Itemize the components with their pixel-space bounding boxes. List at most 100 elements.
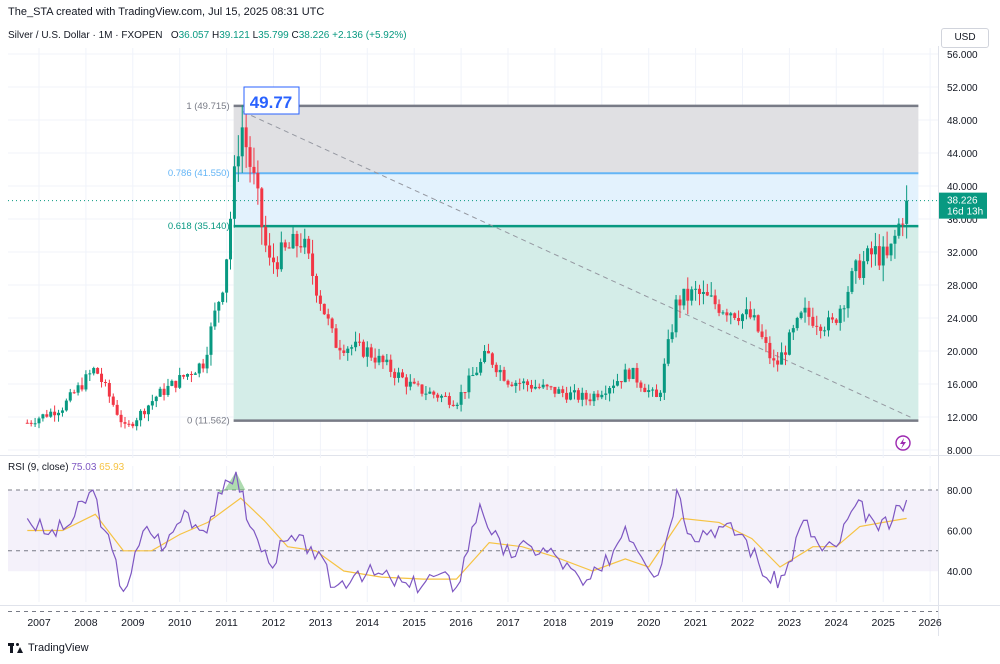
candle-body: [811, 316, 815, 326]
candle-body: [795, 317, 799, 329]
candle-body: [490, 353, 494, 365]
candle-body: [819, 326, 823, 331]
candle-body: [193, 373, 197, 375]
candle-body: [701, 292, 705, 294]
candle-body: [514, 382, 518, 386]
candle-body: [596, 393, 600, 398]
candle-body: [33, 423, 37, 425]
x-tick-label: 2012: [262, 617, 286, 629]
candle-body: [471, 375, 475, 377]
candle-body: [123, 422, 127, 424]
currency-button[interactable]: USD: [941, 28, 989, 48]
candle-body: [57, 412, 61, 416]
candle-body: [483, 350, 487, 363]
candle-body: [823, 330, 827, 332]
candle-body: [529, 384, 533, 389]
candle-body: [752, 315, 756, 318]
open-value: 36.057: [178, 30, 210, 41]
candle-body: [88, 373, 92, 375]
candle-body: [561, 389, 565, 393]
y-tick-label: 40.000: [947, 182, 978, 193]
high-marker: 49.77: [243, 86, 300, 115]
x-tick-label: 2017: [496, 617, 520, 629]
candle-body: [615, 381, 619, 386]
high-marker-box: [243, 86, 300, 115]
candle-body: [225, 259, 229, 293]
candle-body: [432, 391, 436, 395]
candle-body: [592, 393, 596, 402]
y-tick-label: 8.000: [947, 446, 972, 457]
candle-body: [737, 317, 741, 322]
candle-body: [318, 295, 322, 304]
x-tick-label: 2016: [449, 617, 473, 629]
candle-body: [76, 385, 80, 393]
candle-body: [252, 166, 256, 173]
candle-body: [486, 350, 490, 354]
candle-body: [725, 312, 729, 316]
candle-body: [131, 423, 135, 427]
candle-body: [178, 375, 182, 388]
candle-body: [416, 383, 420, 385]
candle-body: [877, 246, 881, 266]
candle-body: [115, 404, 119, 415]
candle-body: [670, 332, 674, 340]
candle-body: [60, 410, 64, 413]
candle-body: [205, 354, 209, 369]
candle-body: [400, 372, 404, 378]
candle-body: [729, 313, 733, 316]
candle-body: [213, 310, 217, 327]
candle-body: [354, 341, 358, 348]
candle-body: [72, 392, 76, 394]
candle-body: [162, 388, 166, 395]
y-tick-label: 24.000: [947, 314, 978, 325]
candle-body: [346, 348, 350, 353]
candle-body: [897, 223, 901, 236]
candle-body: [772, 358, 776, 361]
candle-body: [307, 238, 311, 254]
candle-body: [41, 414, 45, 419]
candle-body: [37, 418, 41, 424]
candle-body: [436, 394, 440, 398]
price-chart[interactable]: 8.000 12.000 16.000 20.000 24.000 28.000 32.00…: [0, 0, 1000, 664]
candle-body: [459, 392, 463, 405]
rsi-ma-value: 65.93: [99, 462, 125, 473]
candle-body: [283, 242, 287, 248]
symbol-title[interactable]: Silver / U.S. Dollar · 1M · FXOPEN: [8, 30, 162, 41]
candle-body: [557, 389, 561, 394]
candle-body: [569, 392, 573, 400]
candle-body: [209, 326, 213, 355]
candle-body: [658, 392, 662, 397]
rsi-overbought-fill: [217, 471, 246, 495]
x-tick-label: 2022: [731, 617, 755, 629]
candle-body: [182, 375, 186, 377]
candle-body: [533, 386, 537, 389]
candle-body: [322, 303, 326, 315]
y-tick-label: 36.000: [947, 215, 978, 226]
candle-body: [666, 339, 670, 364]
candle-body: [815, 325, 819, 327]
candle-body: [623, 369, 627, 383]
candle-body: [612, 385, 616, 388]
candle-body: [451, 404, 455, 406]
last-price-badge: 38.22616d 13h: [939, 192, 987, 219]
candle-body: [893, 235, 897, 244]
candle-body: [443, 395, 447, 397]
lightning-circle: [895, 435, 911, 451]
candle-body: [389, 359, 393, 372]
candle-body: [107, 382, 111, 397]
candle-body: [361, 341, 365, 357]
rsi-ma-line: [27, 497, 907, 580]
candle-body: [299, 246, 303, 248]
candle-body: [748, 309, 752, 318]
candle-body: [408, 381, 412, 387]
candle-body: [357, 341, 361, 343]
candle-body: [404, 377, 408, 387]
candle-body: [377, 355, 381, 363]
low-value: 35.799: [258, 30, 289, 41]
candle-body: [807, 307, 811, 317]
candle-body: [84, 374, 88, 390]
rsi-tick-label: 80.00: [947, 486, 972, 497]
price-axis-border: [938, 46, 939, 636]
candle-body: [80, 385, 84, 390]
candle-body: [287, 247, 291, 249]
